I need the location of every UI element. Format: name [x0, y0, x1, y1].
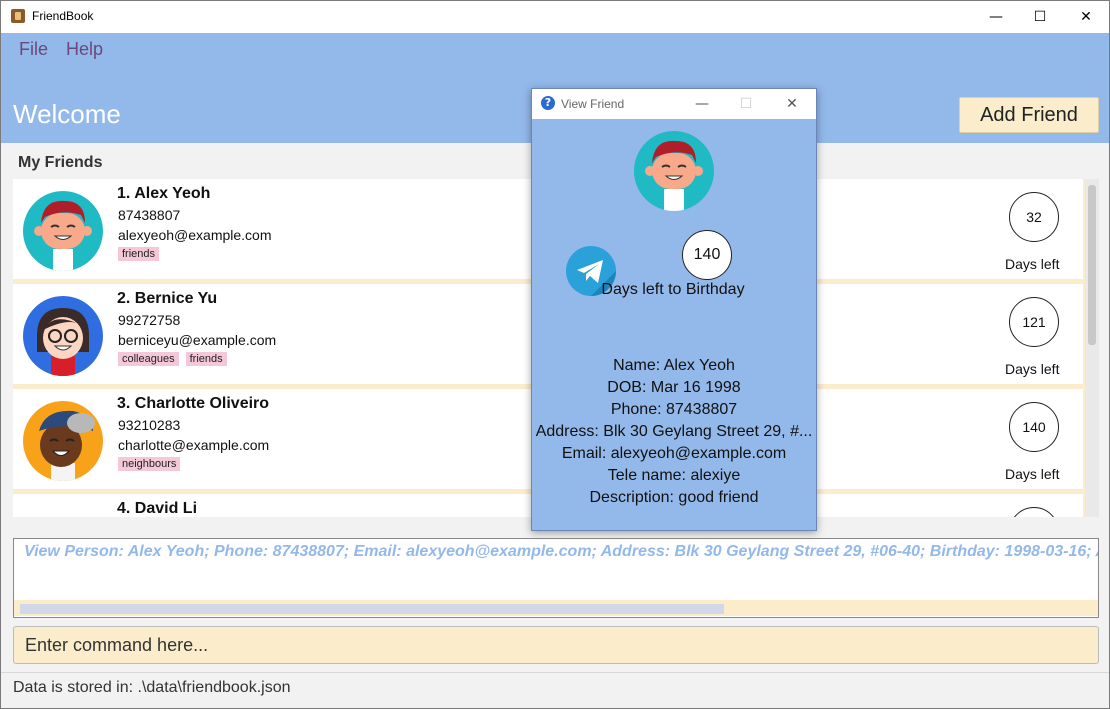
menu-file[interactable]: File [19, 39, 48, 60]
person-phone: 99272758 [118, 312, 181, 328]
person-name: 4. David Li [117, 500, 198, 517]
result-scroll-thumb[interactable] [20, 604, 724, 614]
days-left-count: 140 [1009, 402, 1059, 452]
close-icon[interactable]: ✕ [1063, 1, 1109, 33]
person-name: 2. Bernice Yu [117, 290, 218, 307]
result-text: View Person: Alex Yeoh; Phone: 87438807;… [24, 543, 1099, 560]
close-icon[interactable]: ✕ [770, 89, 814, 119]
detail-name: Name: Alex Yeoh [613, 357, 735, 374]
avatar [23, 296, 103, 376]
avatar [23, 191, 103, 271]
detail-address: Address: Blk 30 Geylang Street 29, #... [535, 423, 813, 440]
tag: colleagues [118, 352, 179, 366]
avatar [23, 506, 103, 517]
welcome-title: Welcome [13, 99, 121, 129]
person-email: charlotte@example.com [118, 437, 270, 453]
birthday-days-count: 140 [682, 230, 732, 280]
avatar [23, 401, 103, 481]
list-scrollbar[interactable] [1085, 179, 1099, 517]
detail-phone: Phone: 87438807 [610, 401, 738, 418]
tag: friends [185, 352, 227, 366]
days-left-count: 121 [1009, 297, 1059, 347]
app-icon [11, 9, 25, 23]
maximize-icon[interactable]: ☐ [1017, 1, 1063, 33]
detail-description: Description: good friend [589, 489, 759, 506]
person-tags: friends [118, 247, 160, 261]
app-window: FriendBook — ☐ ✕ File Help Welcome Add F… [0, 0, 1110, 709]
detail-tele: Tele name: alexiye [607, 467, 741, 484]
list-scroll-thumb[interactable] [1088, 185, 1096, 345]
person-tags: neighbours [118, 457, 181, 471]
result-scrollbar[interactable] [14, 600, 1098, 616]
person-phone: 93210283 [118, 417, 181, 433]
person-name: 1. Alex Yeoh [117, 185, 211, 202]
view-friend-dialog: ? View Friend — ☐ ✕ 140 Days left to Bir… [531, 88, 817, 531]
tag: friends [118, 247, 160, 261]
days-left-count: 32 [1009, 192, 1059, 242]
person-phone: 87438807 [118, 207, 181, 223]
detail-email: Email: alexyeoh@example.com [561, 445, 787, 462]
menu-help[interactable]: Help [66, 39, 103, 60]
person-name: 3. Charlotte Oliveiro [117, 395, 270, 412]
command-input[interactable]: Enter command here... [13, 626, 1099, 664]
friends-list-title: My Friends [18, 154, 103, 171]
question-icon: ? [541, 96, 555, 110]
minimize-icon[interactable]: — [973, 1, 1019, 33]
dialog-title: View Friend [561, 97, 625, 111]
person-tags: colleagues friends [118, 352, 227, 366]
dialog-title-bar: ? View Friend — ☐ ✕ [532, 89, 816, 119]
birthday-days-label: Days left to Birthday [601, 281, 745, 298]
status-divider [1, 672, 1109, 673]
maximize-icon: ☐ [739, 96, 753, 112]
result-display: View Person: Alex Yeoh; Phone: 87438807;… [13, 538, 1099, 618]
add-friend-button[interactable]: Add Friend [959, 97, 1099, 133]
tag: neighbours [118, 457, 181, 471]
days-left-label: Days left [1005, 256, 1060, 272]
friend-details: Name: Alex Yeoh DOB: Mar 16 1998 Phone: … [532, 355, 816, 509]
days-left-label: Days left [1005, 361, 1060, 377]
window-title: FriendBook [32, 9, 94, 23]
minimize-icon[interactable]: — [680, 89, 724, 119]
days-left-label: Days left [1005, 466, 1060, 482]
detail-dob: DOB: Mar 16 1998 [607, 379, 741, 396]
person-email: alexyeoh@example.com [118, 227, 272, 243]
title-bar: FriendBook — ☐ ✕ [1, 1, 1109, 33]
person-email: berniceyu@example.com [118, 332, 277, 348]
avatar [634, 131, 714, 211]
status-bar: Data is stored in: .\data\friendbook.jso… [13, 679, 291, 696]
days-left-count [1009, 507, 1059, 517]
